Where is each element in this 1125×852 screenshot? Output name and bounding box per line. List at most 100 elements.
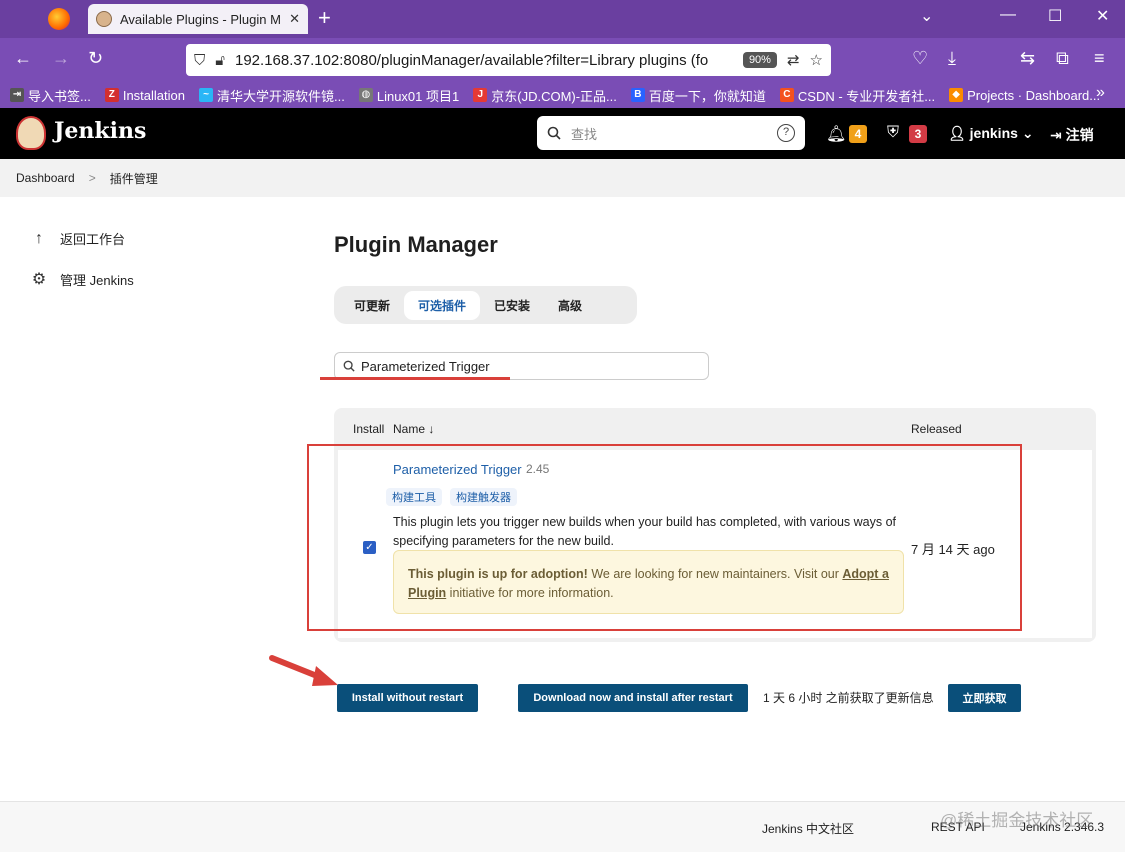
bookmark-item[interactable]: C CSDN - 专业开发者社... <box>779 86 935 105</box>
bookmark-item[interactable]: ~ 清华大学开源软件镜... <box>199 86 345 105</box>
translate-icon[interactable]: ⇄ <box>787 51 800 69</box>
plugin-filter-input[interactable]: Parameterized Trigger <box>334 352 709 380</box>
search-icon <box>547 126 561 140</box>
bookmark-item[interactable]: J 京东(JD.COM)-正品... <box>473 86 617 105</box>
forward-icon[interactable]: → <box>52 48 70 69</box>
sidebar-item-back[interactable]: ↑ 返回工作台 <box>30 229 125 248</box>
close-window-icon[interactable]: ✕ <box>1096 6 1109 26</box>
minimize-icon[interactable]: — <box>1000 6 1016 24</box>
annotation-underline <box>320 377 510 380</box>
search-box[interactable]: 查找 ? <box>537 116 805 150</box>
search-input[interactable]: 查找 <box>571 124 767 143</box>
install-without-restart-button[interactable]: Install without restart <box>337 684 478 712</box>
adoption-text-end: initiative for more information. <box>446 586 614 600</box>
breadcrumb: Dashboard > 插件管理 <box>0 159 1125 197</box>
plugin-name-link[interactable]: Parameterized Trigger <box>393 462 522 477</box>
download-icon[interactable]: ⤓ <box>948 48 956 69</box>
released-time: 7 月 14 天 ago <box>911 542 995 557</box>
adoption-notice: This plugin is up for adoption! We are l… <box>393 550 904 614</box>
address-bar[interactable]: ⛉ 🔓︎ 192.168.37.102:8080/pluginManager/a… <box>186 44 831 76</box>
maximize-icon[interactable]: ☐ <box>1048 6 1062 26</box>
jd-icon: J <box>473 88 488 102</box>
tab-installed[interactable]: 已安装 <box>480 291 544 320</box>
close-tab-icon[interactable]: ✕ <box>289 11 300 27</box>
bookmark-item[interactable]: ◍ Linux01 项目1 <box>358 86 459 105</box>
bookmark-item[interactable]: ◆ Projects · Dashboard... <box>949 88 1100 103</box>
more-bookmarks-icon[interactable]: » <box>1096 84 1105 102</box>
help-icon[interactable]: ? <box>777 124 795 142</box>
search-icon <box>343 360 355 372</box>
logout-icon: ⇥ <box>1050 127 1062 143</box>
tab-title: Available Plugins - Plugin Ma <box>120 11 282 27</box>
user-menu[interactable]: 👤︎ jenkins ⌄ <box>948 125 1034 142</box>
sidebar-item-label: 管理 Jenkins <box>60 272 134 288</box>
tab-list-icon[interactable]: ⌄ <box>920 6 933 26</box>
user-icon: 👤︎ <box>948 125 966 141</box>
security-shield-icon[interactable]: ⛨ <box>887 124 899 142</box>
notification-badge[interactable]: 4 <box>849 125 867 143</box>
jenkins-header: Jenkins 查找 ? 🔔︎ 4 ⛨ 3 👤︎ jenkins ⌄ ⇥ 注销 <box>0 108 1125 159</box>
sidebar-item-manage[interactable]: ⚙ 管理 Jenkins <box>30 269 134 289</box>
up-arrow-icon: ↑ <box>35 229 43 247</box>
browser-tab-bar: Available Plugins - Plugin Ma ✕ + ⌄ — ☐ … <box>0 0 1125 38</box>
bookmark-star-icon[interactable]: ☆ <box>810 51 823 69</box>
annotation-arrow-icon <box>269 655 338 686</box>
gitlab-icon: ◆ <box>949 88 964 102</box>
filter-value[interactable]: Parameterized Trigger <box>361 359 490 374</box>
plugin-tag[interactable]: 构建工具 <box>386 488 442 506</box>
update-info: 1 天 6 小时 之前获取了更新信息 <box>763 691 934 705</box>
breadcrumb-separator-icon: > <box>88 171 96 185</box>
tab-advanced[interactable]: 高级 <box>544 291 596 320</box>
plugin-version: 2.45 <box>526 462 550 476</box>
zoom-badge[interactable]: 90% <box>742 52 777 68</box>
bookmark-item[interactable]: B 百度一下，你就知道 <box>630 86 766 105</box>
chevron-down-icon: ⌄ <box>1021 125 1034 141</box>
reload-icon[interactable]: ↻ <box>88 48 103 69</box>
insecure-lock-icon[interactable]: 🔓︎ <box>215 52 225 69</box>
fetch-now-button[interactable]: 立即获取 <box>948 684 1021 712</box>
jenkins-logo-icon[interactable] <box>16 116 46 150</box>
gear-icon: ⚙ <box>31 271 47 288</box>
menu-icon[interactable]: ≡ <box>1094 48 1105 69</box>
import-icon: ⇥ <box>10 88 24 102</box>
csdn-icon: C <box>779 88 794 102</box>
plugin-tabs: 可更新 可选插件 已安装 高级 <box>334 286 637 324</box>
firefox-icon <box>48 8 70 30</box>
breadcrumb-current[interactable]: 插件管理 <box>110 170 158 187</box>
back-icon[interactable]: ← <box>14 48 32 69</box>
extensions-icon[interactable]: ⧉ <box>1056 48 1069 69</box>
tab-updates[interactable]: 可更新 <box>340 291 404 320</box>
shield-icon[interactable]: ⛉ <box>194 52 205 69</box>
url-text[interactable]: 192.168.37.102:8080/pluginManager/availa… <box>235 52 733 69</box>
download-install-after-restart-button[interactable]: Download now and install after restart <box>518 684 748 712</box>
breadcrumb-dashboard[interactable]: Dashboard <box>16 171 75 185</box>
security-badge[interactable]: 3 <box>909 125 927 143</box>
tsinghua-icon: ~ <box>199 88 213 102</box>
adoption-title: This plugin is up for adoption! <box>408 567 588 581</box>
column-header-released[interactable]: Released <box>911 422 962 436</box>
adoption-text: We are looking for new maintainers. Visi… <box>587 567 843 581</box>
sidebar-item-label: 返回工作台 <box>60 232 126 247</box>
plugin-tag[interactable]: 构建触发器 <box>450 488 517 506</box>
globe-icon: ◍ <box>358 88 373 102</box>
brand-name[interactable]: Jenkins <box>54 118 146 144</box>
browser-nav-bar: ← → ↻ ⛉ 🔓︎ 192.168.37.102:8080/pluginMan… <box>0 38 1125 82</box>
tab-available[interactable]: 可选插件 <box>404 290 481 320</box>
z-icon: Z <box>104 88 119 102</box>
translate-ext-icon[interactable]: ⇆ <box>1020 48 1035 69</box>
bookmarks-bar: ⇥ 导入书签... Z Installation ~ 清华大学开源软件镜... ◍ Li… <box>0 82 1125 108</box>
new-tab-icon[interactable]: + <box>318 6 331 30</box>
browser-tab[interactable]: Available Plugins - Plugin Ma ✕ <box>88 4 308 34</box>
column-header-name[interactable]: Name ↓ <box>393 422 434 436</box>
page-title: Plugin Manager <box>334 232 498 257</box>
watermark: @稀土掘金技术社区 <box>940 811 1094 830</box>
pocket-icon[interactable]: ♡ <box>912 48 928 69</box>
column-header-install: Install <box>353 422 385 436</box>
install-checkbox[interactable]: ✓ <box>363 541 376 554</box>
logout-link[interactable]: ⇥ 注销 <box>1050 125 1094 145</box>
footer-community-link[interactable]: Jenkins 中文社区 <box>762 820 854 837</box>
bell-icon[interactable]: 🔔︎ <box>826 124 846 144</box>
bookmark-item[interactable]: ⇥ 导入书签... <box>10 86 91 105</box>
bookmark-item[interactable]: Z Installation <box>104 88 185 103</box>
plugin-description: This plugin lets you trigger new builds … <box>393 515 897 548</box>
